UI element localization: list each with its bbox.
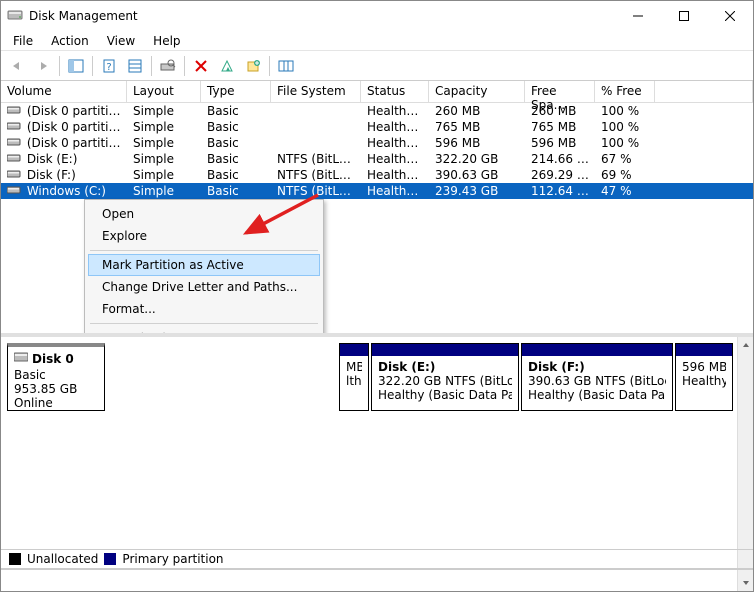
new-volume-icon[interactable] (241, 54, 265, 78)
context-item[interactable]: Mark Partition as Active (88, 254, 320, 276)
legend-primary-swatch (104, 553, 116, 565)
volume-row[interactable]: Disk (E:)SimpleBasicNTFS (BitLo...Health… (1, 151, 753, 167)
disk-icon (14, 351, 28, 366)
column-filesystem[interactable]: File System (271, 81, 361, 102)
partition[interactable]: 596 MBHealthy ( (675, 343, 733, 411)
column-layout[interactable]: Layout (127, 81, 201, 102)
legend-unallocated: Unallocated (27, 552, 98, 566)
rescan-disks-icon[interactable] (156, 54, 180, 78)
show-hide-tree-icon[interactable] (64, 54, 88, 78)
partition[interactable]: Disk (F:)390.63 GB NTFS (BitLockeHealthy… (521, 343, 673, 411)
context-item[interactable]: Change Drive Letter and Paths... (88, 276, 320, 298)
back-icon[interactable] (5, 54, 29, 78)
legend-unallocated-swatch (9, 553, 21, 565)
context-separator (90, 323, 318, 324)
columns-icon[interactable] (274, 54, 298, 78)
statusbar (1, 569, 753, 591)
disk-type: Basic (14, 368, 98, 382)
volume-list-pane: Volume Layout Type File System Status Ca… (1, 81, 753, 337)
volume-icon (7, 153, 21, 163)
partition[interactable]: Disk (E:)322.20 GB NTFS (BitLockHealthy … (371, 343, 519, 411)
legend-primary: Primary partition (122, 552, 223, 566)
volume-row[interactable]: Disk (F:)SimpleBasicNTFS (BitLo...Health… (1, 167, 753, 183)
context-menu: OpenExplore Mark Partition as ActiveChang… (84, 199, 324, 337)
refresh-icon[interactable] (123, 54, 147, 78)
forward-icon[interactable] (31, 54, 55, 78)
minimize-button[interactable] (615, 1, 661, 31)
volume-icon (7, 137, 21, 147)
column-freespace[interactable]: Free Spa... (525, 81, 595, 102)
disk-state: Online (14, 396, 98, 410)
volume-row[interactable]: (Disk 0 partition 7)SimpleBasicHealthy (… (1, 135, 753, 151)
titlebar: Disk Management (1, 1, 753, 31)
menu-help[interactable]: Help (145, 32, 188, 50)
volume-icon (7, 169, 21, 179)
scroll-up-icon[interactable] (738, 337, 753, 353)
context-item: Extend Volume... (88, 327, 320, 337)
column-extra[interactable] (655, 81, 753, 102)
help-icon[interactable]: ? (97, 54, 121, 78)
volume-row[interactable]: (Disk 0 partition 4)SimpleBasicHealthy (… (1, 119, 753, 135)
context-item[interactable]: Format... (88, 298, 320, 320)
legend: Unallocated Primary partition (1, 549, 753, 569)
volume-icon (7, 121, 21, 131)
column-capacity[interactable]: Capacity (429, 81, 525, 102)
volume-list-header: Volume Layout Type File System Status Ca… (1, 81, 753, 103)
disk-0-info[interactable]: Disk 0 Basic 953.85 GB Online (7, 343, 105, 411)
context-item[interactable]: Open (88, 203, 320, 225)
context-item[interactable]: Explore (88, 225, 320, 247)
volume-row[interactable]: (Disk 0 partition 1)SimpleBasicHealthy (… (1, 103, 753, 119)
properties-icon[interactable] (215, 54, 239, 78)
close-button[interactable] (707, 1, 753, 31)
column-type[interactable]: Type (201, 81, 271, 102)
column-volume[interactable]: Volume (1, 81, 127, 102)
maximize-button[interactable] (661, 1, 707, 31)
toolbar: ? (1, 51, 753, 81)
disk-layout-pane: Disk 0 Basic 953.85 GB Online MBlthy (Re… (1, 337, 753, 591)
app-icon (7, 7, 23, 26)
disk-size: 953.85 GB (14, 382, 98, 396)
partition[interactable]: MBlthy (Re (339, 343, 369, 411)
menu-file[interactable]: File (5, 32, 41, 50)
context-separator (90, 250, 318, 251)
disk-label: Disk 0 (32, 352, 74, 366)
volume-icon (7, 105, 21, 115)
svg-text:?: ? (106, 62, 111, 73)
volume-row[interactable]: Windows (C:)SimpleBasicNTFS (BitLo...Hea… (1, 183, 753, 199)
delete-icon[interactable] (189, 54, 213, 78)
menubar: File Action View Help (1, 31, 753, 51)
column-status[interactable]: Status (361, 81, 429, 102)
volume-icon (7, 185, 21, 195)
menu-view[interactable]: View (99, 32, 143, 50)
menu-action[interactable]: Action (43, 32, 97, 50)
column-percentfree[interactable]: % Free (595, 81, 655, 102)
window-title: Disk Management (29, 9, 138, 23)
